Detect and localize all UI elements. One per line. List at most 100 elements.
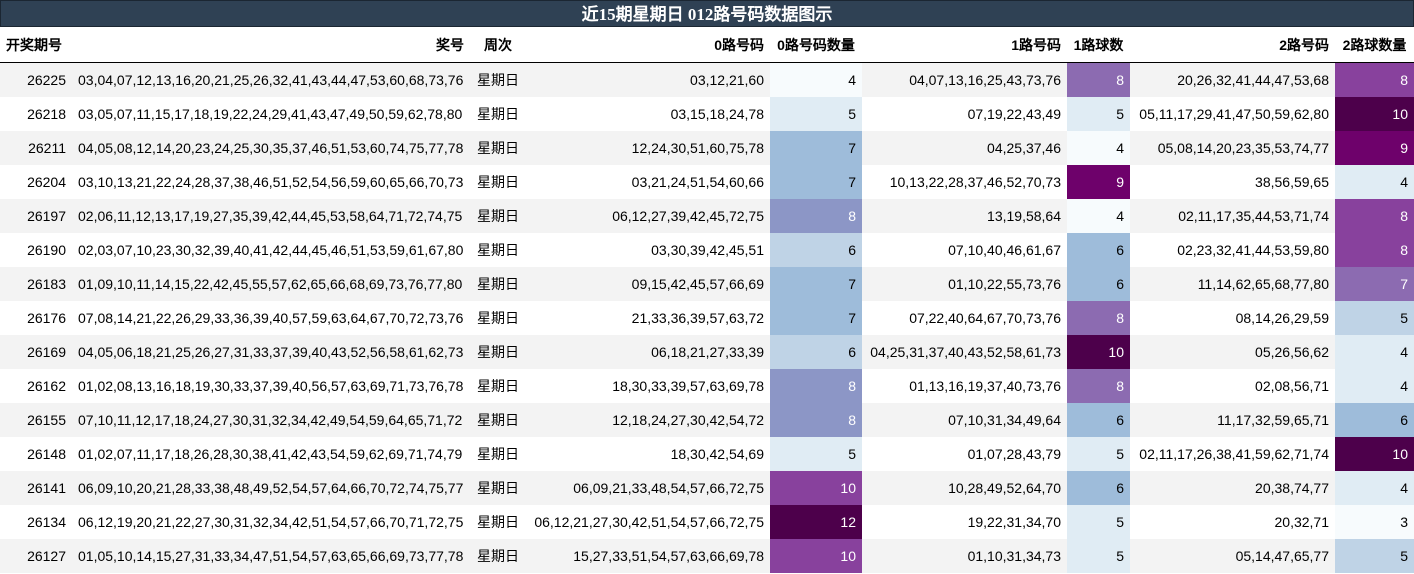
header-route2-numbers: 2路号码 bbox=[1130, 28, 1335, 63]
numbers-cell: 01,02,07,11,17,18,26,28,30,38,41,42,43,5… bbox=[72, 437, 470, 471]
numbers-cell: 02,06,11,12,13,17,19,27,35,39,42,44,45,5… bbox=[72, 199, 470, 233]
period-cell: 26162 bbox=[0, 369, 72, 403]
weekday-cell: 星期日 bbox=[470, 131, 526, 165]
period-cell: 26211 bbox=[0, 131, 72, 165]
route0-numbers-cell: 06,12,27,39,42,45,72,75 bbox=[526, 199, 770, 233]
route0-numbers-cell: 18,30,33,39,57,63,69,78 bbox=[526, 369, 770, 403]
table-row: 26183 01,09,10,11,14,15,22,42,45,55,57,62… bbox=[0, 267, 1414, 301]
route1-count-cell: 6 bbox=[1067, 403, 1130, 437]
weekday-cell: 星期日 bbox=[470, 539, 526, 573]
figure-title: 近15期星期日 012路号码数据图示 bbox=[0, 0, 1414, 27]
period-cell: 26204 bbox=[0, 165, 72, 199]
table-row: 26169 04,05,06,18,21,25,26,27,31,33,37,39… bbox=[0, 335, 1414, 369]
table-row: 26225 03,04,07,12,13,16,20,21,25,26,32,41… bbox=[0, 62, 1414, 97]
period-cell: 26148 bbox=[0, 437, 72, 471]
route0-numbers-cell: 15,27,33,51,54,57,63,66,69,78 bbox=[526, 539, 770, 573]
route0-count-cell: 6 bbox=[770, 335, 862, 369]
route2-count-cell: 4 bbox=[1335, 335, 1414, 369]
route0-numbers-cell: 12,24,30,51,60,75,78 bbox=[526, 131, 770, 165]
table-row: 26211 04,05,08,12,14,20,23,24,25,30,35,37… bbox=[0, 131, 1414, 165]
route1-count-cell: 5 bbox=[1067, 437, 1130, 471]
route1-numbers-cell: 04,25,37,46 bbox=[862, 131, 1067, 165]
route2-numbers-cell: 05,11,17,29,41,47,50,59,62,80 bbox=[1130, 97, 1335, 131]
route2-numbers-cell: 02,23,32,41,44,53,59,80 bbox=[1130, 233, 1335, 267]
numbers-cell: 07,10,11,12,17,18,24,27,30,31,32,34,42,4… bbox=[72, 403, 470, 437]
header-weekday: 周次 bbox=[470, 28, 526, 63]
weekday-cell: 星期日 bbox=[470, 233, 526, 267]
route0-count-cell: 8 bbox=[770, 199, 862, 233]
route0-count-cell: 10 bbox=[770, 471, 862, 505]
route2-numbers-cell: 05,26,56,62 bbox=[1130, 335, 1335, 369]
route2-count-cell: 4 bbox=[1335, 471, 1414, 505]
table-row: 26134 06,12,19,20,21,22,27,30,31,32,34,42… bbox=[0, 505, 1414, 539]
period-cell: 26176 bbox=[0, 301, 72, 335]
header-route1-count: 1路球数 bbox=[1067, 28, 1130, 63]
route2-count-cell: 8 bbox=[1335, 199, 1414, 233]
weekday-cell: 星期日 bbox=[470, 471, 526, 505]
numbers-cell: 01,02,08,13,16,18,19,30,33,37,39,40,56,5… bbox=[72, 369, 470, 403]
route2-numbers-cell: 08,14,26,29,59 bbox=[1130, 301, 1335, 335]
numbers-cell: 06,09,10,20,21,28,33,38,48,49,52,54,57,6… bbox=[72, 471, 470, 505]
route1-numbers-cell: 07,19,22,43,49 bbox=[862, 97, 1067, 131]
route1-numbers-cell: 10,13,22,28,37,46,52,70,73 bbox=[862, 165, 1067, 199]
weekday-cell: 星期日 bbox=[470, 301, 526, 335]
header-route1-numbers: 1路号码 bbox=[862, 28, 1067, 63]
route1-numbers-cell: 04,25,31,37,40,43,52,58,61,73 bbox=[862, 335, 1067, 369]
route1-count-cell: 5 bbox=[1067, 539, 1130, 573]
route2-numbers-cell: 11,14,62,65,68,77,80 bbox=[1130, 267, 1335, 301]
route0-numbers-cell: 09,15,42,45,57,66,69 bbox=[526, 267, 770, 301]
route2-count-cell: 9 bbox=[1335, 131, 1414, 165]
route1-numbers-cell: 01,10,31,34,73 bbox=[862, 539, 1067, 573]
period-cell: 26183 bbox=[0, 267, 72, 301]
route1-numbers-cell: 13,19,58,64 bbox=[862, 199, 1067, 233]
period-cell: 26190 bbox=[0, 233, 72, 267]
route2-numbers-cell: 38,56,59,65 bbox=[1130, 165, 1335, 199]
route0-count-cell: 12 bbox=[770, 505, 862, 539]
period-cell: 26134 bbox=[0, 505, 72, 539]
route0-count-cell: 8 bbox=[770, 369, 862, 403]
route0-numbers-cell: 12,18,24,27,30,42,54,72 bbox=[526, 403, 770, 437]
route2-count-cell: 4 bbox=[1335, 165, 1414, 199]
header-row: 开奖期号 奖号 周次 0路号码 0路号码数量 1路号码 1路球数 2路号码 2路… bbox=[0, 28, 1414, 63]
table-row: 26148 01,02,07,11,17,18,26,28,30,38,41,42… bbox=[0, 437, 1414, 471]
route2-numbers-cell: 02,11,17,35,44,53,71,74 bbox=[1130, 199, 1335, 233]
route2-count-cell: 8 bbox=[1335, 62, 1414, 97]
period-cell: 26127 bbox=[0, 539, 72, 573]
route2-count-cell: 4 bbox=[1335, 369, 1414, 403]
route1-numbers-cell: 10,28,49,52,64,70 bbox=[862, 471, 1067, 505]
table-figure: 近15期星期日 012路号码数据图示 开奖期号 奖号 周次 0路号码 0路号码数… bbox=[0, 0, 1414, 574]
route2-numbers-cell: 05,14,47,65,77 bbox=[1130, 539, 1335, 573]
table-row: 26127 01,05,10,14,15,27,31,33,34,47,51,54… bbox=[0, 539, 1414, 573]
route1-count-cell: 5 bbox=[1067, 505, 1130, 539]
route1-count-cell: 9 bbox=[1067, 165, 1130, 199]
weekday-cell: 星期日 bbox=[470, 267, 526, 301]
table-row: 26204 03,10,13,21,22,24,28,37,38,46,51,52… bbox=[0, 165, 1414, 199]
route1-numbers-cell: 07,10,31,34,49,64 bbox=[862, 403, 1067, 437]
numbers-cell: 03,05,07,11,15,17,18,19,22,24,29,41,43,4… bbox=[72, 97, 470, 131]
weekday-cell: 星期日 bbox=[470, 505, 526, 539]
route2-numbers-cell: 20,38,74,77 bbox=[1130, 471, 1335, 505]
weekday-cell: 星期日 bbox=[470, 199, 526, 233]
weekday-cell: 星期日 bbox=[470, 62, 526, 97]
table-row: 26155 07,10,11,12,17,18,24,27,30,31,32,34… bbox=[0, 403, 1414, 437]
route1-count-cell: 8 bbox=[1067, 301, 1130, 335]
route0-numbers-cell: 03,21,24,51,54,60,66 bbox=[526, 165, 770, 199]
route1-count-cell: 6 bbox=[1067, 267, 1130, 301]
numbers-cell: 07,08,14,21,22,26,29,33,36,39,40,57,59,6… bbox=[72, 301, 470, 335]
data-table: 开奖期号 奖号 周次 0路号码 0路号码数量 1路号码 1路球数 2路号码 2路… bbox=[0, 28, 1414, 573]
route0-count-cell: 7 bbox=[770, 267, 862, 301]
route0-numbers-cell: 03,30,39,42,45,51 bbox=[526, 233, 770, 267]
route2-numbers-cell: 02,08,56,71 bbox=[1130, 369, 1335, 403]
route2-count-cell: 7 bbox=[1335, 267, 1414, 301]
header-route2-count: 2路球数量 bbox=[1335, 28, 1414, 63]
numbers-cell: 03,10,13,21,22,24,28,37,38,46,51,52,54,5… bbox=[72, 165, 470, 199]
route0-numbers-cell: 06,12,21,27,30,42,51,54,57,66,72,75 bbox=[526, 505, 770, 539]
numbers-cell: 01,09,10,11,14,15,22,42,45,55,57,62,65,6… bbox=[72, 267, 470, 301]
route2-numbers-cell: 02,11,17,26,38,41,59,62,71,74 bbox=[1130, 437, 1335, 471]
route0-numbers-cell: 06,09,21,33,48,54,57,66,72,75 bbox=[526, 471, 770, 505]
route1-numbers-cell: 04,07,13,16,25,43,73,76 bbox=[862, 62, 1067, 97]
route0-count-cell: 7 bbox=[770, 165, 862, 199]
table-row: 26197 02,06,11,12,13,17,19,27,35,39,42,44… bbox=[0, 199, 1414, 233]
route1-count-cell: 6 bbox=[1067, 233, 1130, 267]
period-cell: 26141 bbox=[0, 471, 72, 505]
